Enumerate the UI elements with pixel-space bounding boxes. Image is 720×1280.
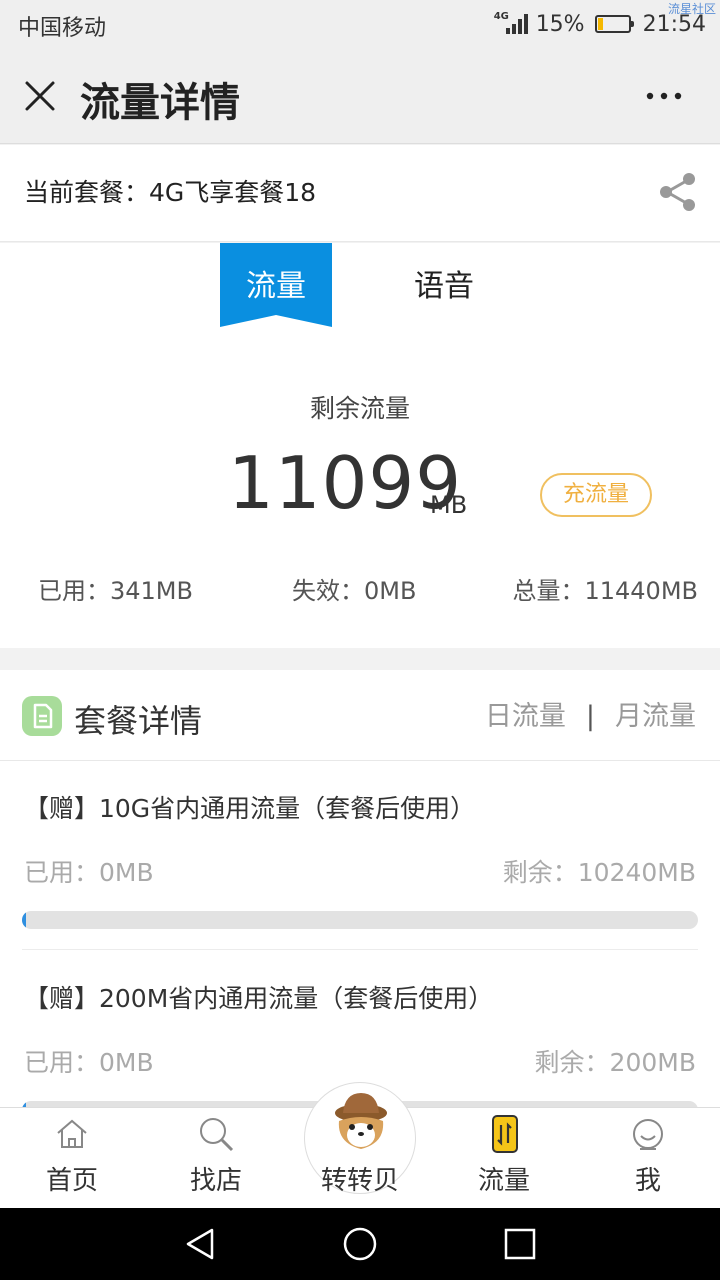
search-icon <box>200 1118 234 1152</box>
expired-stat: 失效：0MB <box>292 577 417 605</box>
item-name: 【赠】200M省内通用流量（套餐后使用） <box>24 984 494 1013</box>
nav-home-label: 首页 <box>45 1166 98 1196</box>
data-flow-icon <box>492 1115 518 1153</box>
nav-find-store[interactable]: 找店 <box>144 1108 288 1209</box>
progress-fill <box>22 911 26 929</box>
nav-zhuanzhuanbei[interactable]: 转转贝 <box>288 1082 432 1209</box>
nav-profile-label: 我 <box>634 1166 661 1196</box>
switch-separator: | <box>585 701 595 732</box>
divider <box>22 949 698 950</box>
daily-flow-tab[interactable]: 日流量 <box>485 701 566 732</box>
system-nav-bar <box>0 1208 720 1280</box>
recharge-button[interactable]: 充流量 <box>540 473 652 517</box>
status-indicators: 4G 15% 21:54 <box>494 8 706 40</box>
remaining-label: 剩余流量 <box>309 394 410 423</box>
remaining-value: 11099 <box>228 441 463 525</box>
title-bar: 流量详情 <box>0 48 720 144</box>
item-used: 已用：0MB <box>24 858 154 887</box>
details-title: 套餐详情 <box>74 702 203 740</box>
progress-bar <box>22 911 698 929</box>
network-type: 4G <box>493 11 509 22</box>
profile-icon <box>633 1119 663 1150</box>
current-plan-label: 当前套餐：4G飞享套餐18 <box>24 178 317 207</box>
home-circle-icon[interactable] <box>342 1226 378 1262</box>
nav-data-flow-label: 流量 <box>477 1166 530 1196</box>
carrier-name: 中国移动 <box>18 16 107 41</box>
current-plan-bar: 当前套餐：4G飞享套餐18 <box>0 145 720 242</box>
page-title: 流量详情 <box>80 80 240 126</box>
back-icon[interactable] <box>182 1226 218 1262</box>
close-icon[interactable] <box>24 80 56 112</box>
document-icon <box>22 696 62 736</box>
tab-voice[interactable]: 语音 <box>388 261 500 305</box>
battery-icon <box>594 15 634 33</box>
item-used: 已用：0MB <box>24 1048 154 1077</box>
nav-home[interactable]: 首页 <box>0 1108 144 1209</box>
share-icon[interactable] <box>658 172 698 212</box>
battery-fill <box>597 18 603 30</box>
monthly-flow-tab[interactable]: 月流量 <box>615 701 696 732</box>
nav-find-store-label: 找店 <box>189 1166 242 1196</box>
total-stat: 总量：11440MB <box>512 577 698 605</box>
status-bar: 中国移动 流星社区 4G 15% 21:54 <box>0 0 720 48</box>
recents-icon[interactable] <box>502 1226 538 1262</box>
period-switch: 日流量 | 月流量 <box>485 694 696 733</box>
list-item[interactable]: 【赠】10G省内通用流量（套餐后使用） 已用：0MB 剩余：10240MB <box>0 761 720 951</box>
signal-icon: 4G <box>494 12 530 36</box>
bottom-nav: 首页 找店 转转贝 流量 我 <box>0 1082 720 1209</box>
nav-data-flow[interactable]: 流量 <box>432 1108 576 1209</box>
battery-percent: 15% <box>535 11 585 37</box>
usage-card: 流量 语音 剩余流量 11099 MB 充流量 已用：341MB 失效：0MB … <box>0 243 720 648</box>
item-remain: 剩余：200MB <box>534 1048 696 1077</box>
remaining-unit: MB <box>430 491 468 519</box>
home-icon <box>57 1119 87 1148</box>
item-name: 【赠】10G省内通用流量（套餐后使用） <box>24 794 476 823</box>
used-stat: 已用：341MB <box>38 577 193 605</box>
plan-details: 套餐详情 日流量 | 月流量 【赠】10G省内通用流量（套餐后使用） 已用：0MB … <box>0 670 720 1119</box>
item-remain: 剩余：10240MB <box>502 858 696 887</box>
nav-profile[interactable]: 我 <box>576 1108 720 1209</box>
tab-flow[interactable]: 流量 <box>220 261 332 305</box>
nav-zhuanzhuanbei-label: 转转贝 <box>320 1166 399 1196</box>
clock: 21:54 <box>642 11 706 37</box>
more-icon[interactable] <box>644 88 684 104</box>
